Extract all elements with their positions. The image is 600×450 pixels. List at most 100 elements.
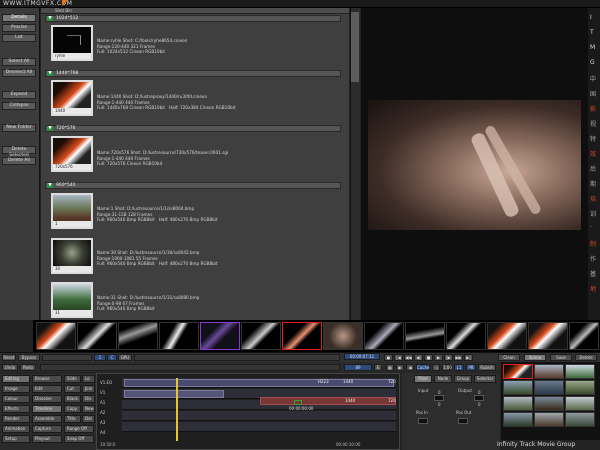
channel-one-button[interactable]: 1 bbox=[94, 354, 106, 361]
edit-button[interactable]: Dissolve bbox=[32, 395, 62, 403]
scrollbar-thumb[interactable] bbox=[351, 12, 359, 82]
timeline-track[interactable] bbox=[122, 422, 396, 432]
pb-button[interactable]: PB bbox=[466, 364, 476, 371]
collapse-icon[interactable]: ▼ bbox=[47, 183, 53, 188]
scrub-bar[interactable] bbox=[134, 354, 340, 361]
play-icon[interactable]: ▶ bbox=[434, 354, 443, 361]
edit-button[interactable]: Assemble bbox=[32, 415, 62, 423]
edit-button[interactable]: Playout bbox=[32, 435, 62, 443]
gallery-thumb[interactable] bbox=[565, 380, 595, 395]
input-value[interactable] bbox=[434, 395, 444, 401]
save-button[interactable]: Save bbox=[550, 354, 572, 361]
shot-thumbnail[interactable]: ryhle bbox=[51, 25, 93, 61]
gallery-thumb[interactable] bbox=[503, 396, 533, 411]
gallery-thumb[interactable] bbox=[534, 412, 564, 427]
output-value[interactable] bbox=[474, 395, 484, 401]
pos-in-value[interactable] bbox=[418, 418, 428, 424]
new-folder-button[interactable]: New Folder bbox=[2, 124, 36, 132]
filmstrip-frame[interactable] bbox=[241, 322, 281, 350]
group-header-1440[interactable]: ▼ 1440*768 bbox=[45, 70, 341, 77]
scene-button[interactable]: Scene bbox=[524, 354, 546, 361]
edit-button[interactable]: Lo bbox=[82, 375, 95, 383]
step-forward-icon[interactable]: |▶ bbox=[444, 354, 453, 361]
collapse-icon[interactable]: ▼ bbox=[47, 16, 53, 21]
edit-button[interactable]: Setup bbox=[2, 435, 30, 443]
step-back-icon[interactable]: ◀| bbox=[414, 354, 423, 361]
tab-node[interactable]: Node bbox=[434, 375, 452, 383]
filmstrip-frame[interactable] bbox=[405, 322, 445, 350]
filmstrip-frame[interactable] bbox=[364, 322, 404, 350]
edit-scrub-bar[interactable] bbox=[40, 364, 340, 371]
shot-thumbnail[interactable]: 1 bbox=[51, 193, 93, 229]
gallery-thumb[interactable] bbox=[503, 364, 533, 379]
undo-button[interactable]: Undo bbox=[2, 364, 18, 371]
filmstrip-frame[interactable] bbox=[528, 322, 568, 350]
filmstrip-frame[interactable] bbox=[36, 322, 76, 350]
shot-thumbnail[interactable]: 30 bbox=[51, 238, 93, 274]
shot-thumbnail[interactable]: 31 bbox=[51, 282, 93, 318]
edit-button[interactable]: New bbox=[82, 405, 95, 413]
deselect-all-button[interactable]: Deselect All bbox=[2, 69, 36, 77]
filmstrip-frame[interactable] bbox=[569, 322, 599, 350]
delete-selected-button[interactable]: Delete Selected bbox=[2, 146, 36, 158]
filmstrip-frame-selected[interactable] bbox=[282, 322, 322, 350]
tab-selector[interactable]: Selector bbox=[474, 375, 496, 383]
back-small-icon[interactable]: ◀ bbox=[406, 364, 414, 371]
filmstrip-frame[interactable] bbox=[200, 322, 240, 350]
rubish-button[interactable]: Rubish bbox=[478, 364, 496, 371]
edit-button[interactable]: Slide bbox=[64, 375, 81, 383]
edit-button[interactable]: Del bbox=[82, 415, 95, 423]
viewer-frame[interactable] bbox=[368, 100, 581, 230]
channel-c-button[interactable]: C bbox=[107, 354, 117, 361]
gallery-thumb[interactable] bbox=[534, 380, 564, 395]
proxies-button[interactable]: Proxies bbox=[2, 24, 36, 32]
pos-out-value[interactable] bbox=[458, 418, 468, 424]
gallery-thumb[interactable] bbox=[534, 396, 564, 411]
reset-button[interactable]: Reset bbox=[2, 354, 16, 361]
edit-button[interactable]: Edit bbox=[32, 385, 62, 393]
edit-button[interactable]: Render bbox=[2, 415, 30, 423]
gallery-thumb[interactable] bbox=[565, 364, 595, 379]
bypass-slider[interactable] bbox=[42, 354, 92, 361]
collapse-icon[interactable]: ▼ bbox=[47, 126, 53, 131]
timeline-clip[interactable] bbox=[260, 397, 396, 405]
shot-thumbnail[interactable]: 1440 bbox=[51, 80, 93, 116]
edit-button[interactable]: Black bbox=[64, 395, 81, 403]
delete-all-button[interactable]: Delete All bbox=[2, 157, 36, 165]
redo-button[interactable]: Redo bbox=[20, 364, 36, 371]
edit-button[interactable]: Dis bbox=[82, 395, 95, 403]
group-header-720[interactable]: ▼ 720*576 bbox=[45, 125, 341, 132]
bypass-button[interactable]: Bypass bbox=[18, 354, 40, 361]
play-small-icon[interactable]: ▶ bbox=[396, 364, 404, 371]
gpu-button[interactable]: GPU bbox=[118, 354, 132, 361]
collapse-button[interactable]: Collapse bbox=[2, 102, 36, 110]
gallery-thumb[interactable] bbox=[565, 396, 595, 411]
skip-back-icon[interactable]: |◀ bbox=[394, 354, 403, 361]
tab-pixel[interactable]: Pixel bbox=[414, 375, 432, 383]
group-header-960[interactable]: ▼ 960*540 bbox=[45, 182, 341, 189]
edit-button[interactable]: Capture bbox=[32, 425, 62, 433]
gallery-thumb[interactable] bbox=[503, 412, 533, 427]
value-field[interactable]: 1.00 bbox=[442, 364, 452, 371]
record-icon[interactable]: ● bbox=[384, 354, 393, 361]
edit-button[interactable]: Join bbox=[82, 385, 95, 393]
filmstrip-frame[interactable] bbox=[77, 322, 117, 350]
edit-button[interactable]: Effects bbox=[2, 405, 30, 413]
list-button[interactable]: List bbox=[2, 34, 36, 42]
collapse-icon[interactable]: ▼ bbox=[47, 71, 53, 76]
keyframe-marker[interactable] bbox=[294, 400, 302, 405]
filmstrip-frame[interactable] bbox=[446, 322, 486, 350]
edit-button[interactable]: Editing bbox=[2, 375, 30, 383]
tab-group[interactable]: Group bbox=[454, 375, 472, 383]
edit-button[interactable]: Copy bbox=[64, 405, 81, 413]
shot-thumbnail[interactable]: 720x576 bbox=[51, 136, 93, 172]
filmstrip-frame[interactable] bbox=[159, 322, 199, 350]
fast-forward-icon[interactable]: ▶▶ bbox=[454, 354, 463, 361]
edit-button[interactable]: Colour bbox=[2, 395, 30, 403]
edit-button[interactable]: Browse bbox=[32, 375, 62, 383]
playhead[interactable] bbox=[176, 378, 178, 441]
edit-button[interactable]: Range Off bbox=[64, 425, 94, 433]
frame-number-field[interactable]: 89 bbox=[344, 364, 372, 371]
gallery-thumb[interactable] bbox=[503, 380, 533, 395]
select-all-button[interactable]: Select All bbox=[2, 58, 36, 66]
